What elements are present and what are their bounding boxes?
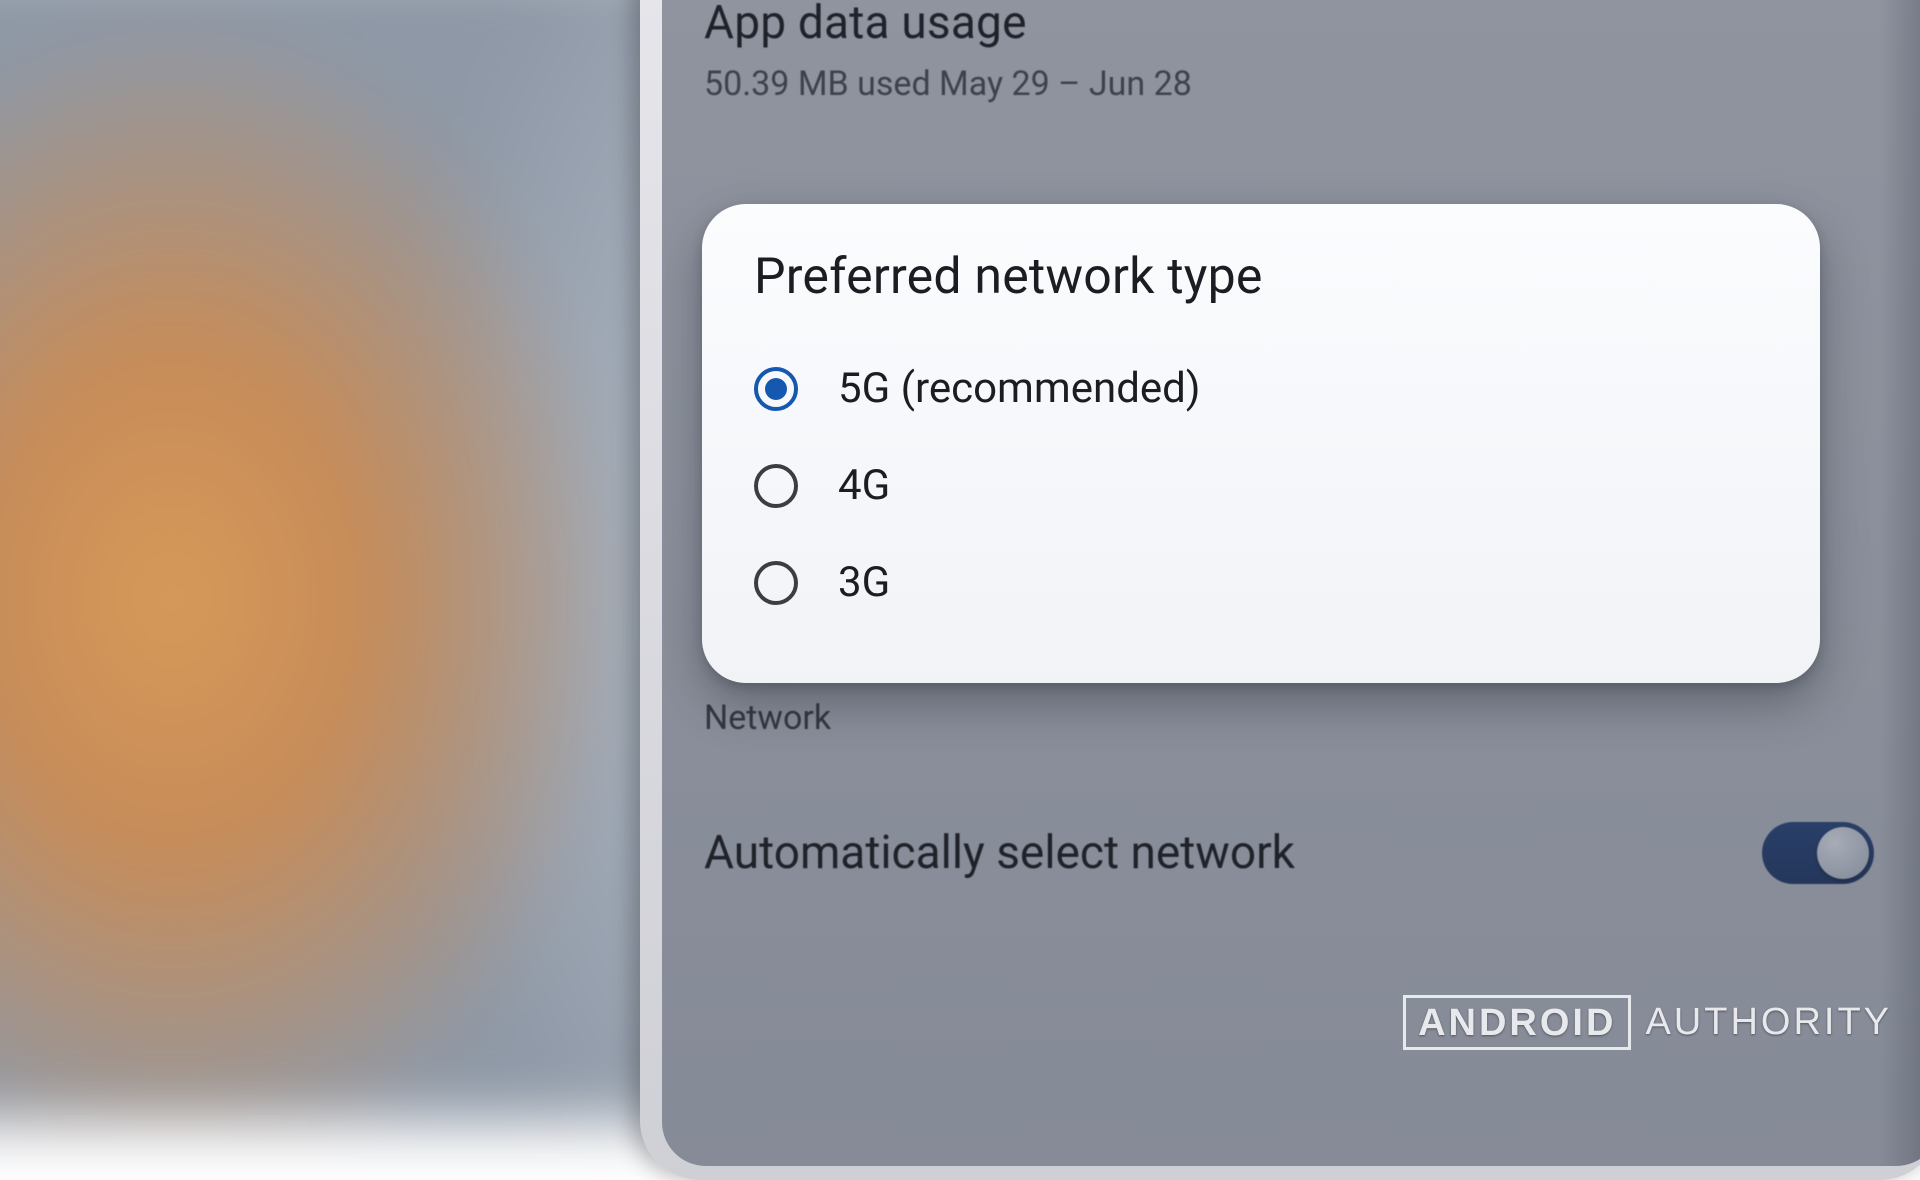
watermark: ANDROID AUTHORITY	[1403, 995, 1892, 1050]
network-option-3g[interactable]: 3G	[754, 534, 1768, 631]
radio-unselected-icon	[754, 464, 798, 508]
network-option-label: 3G	[838, 558, 890, 607]
network-option-5g[interactable]: 5G (recommended)	[754, 340, 1768, 437]
phone-screen: Connect to data services when roaming Ap…	[662, 0, 1920, 1166]
watermark-plain: AUTHORITY	[1645, 1001, 1892, 1044]
radio-selected-icon	[754, 367, 798, 411]
dialog-title: Preferred network type	[754, 248, 1768, 306]
network-option-4g[interactable]: 4G	[754, 437, 1768, 534]
network-option-label: 5G (recommended)	[838, 364, 1200, 413]
radio-unselected-icon	[754, 561, 798, 605]
preferred-network-type-dialog: Preferred network type 5G (recommended) …	[702, 204, 1820, 683]
watermark-boxed: ANDROID	[1403, 995, 1631, 1050]
network-option-label: 4G	[838, 461, 890, 510]
